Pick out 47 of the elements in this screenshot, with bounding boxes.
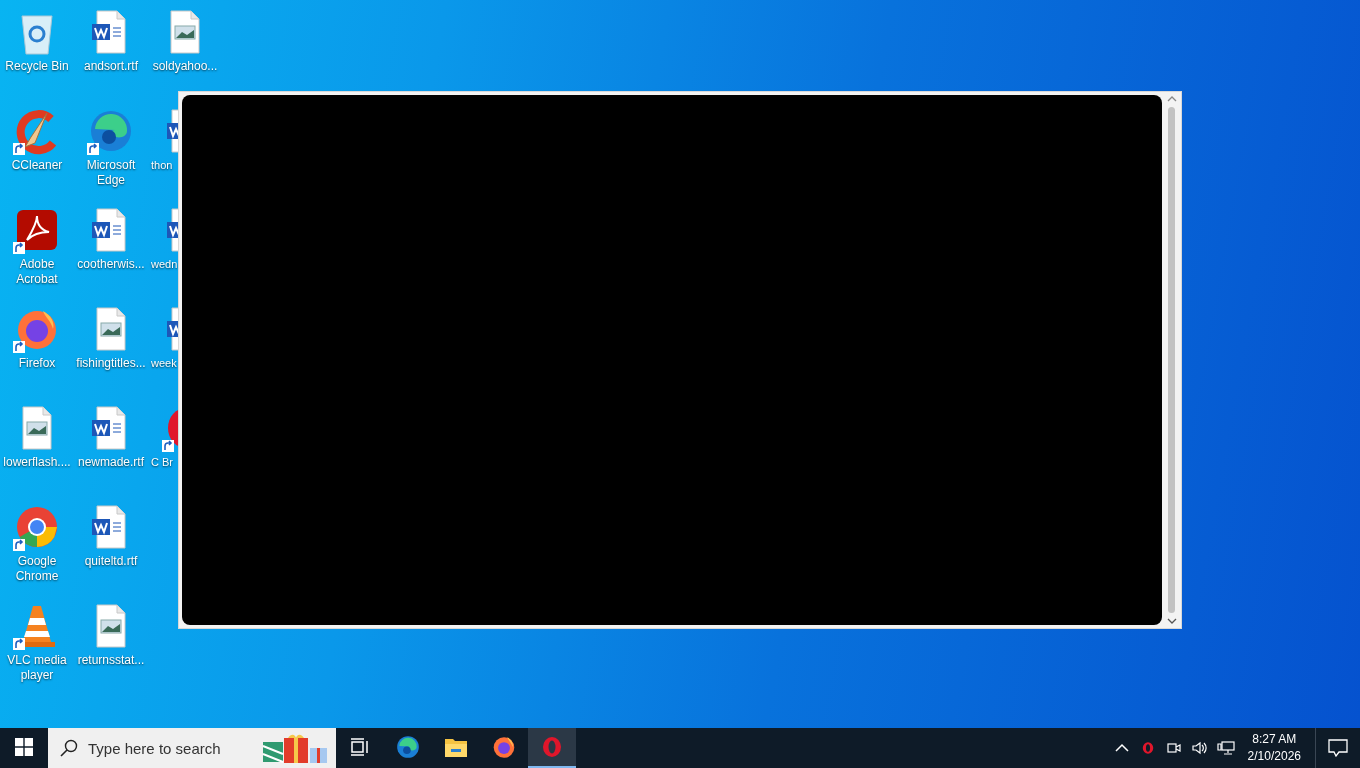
taskbar-app-button[interactable] xyxy=(528,728,576,768)
icon-label: lowerflash.... xyxy=(3,455,71,470)
icon-label: C Br xyxy=(151,455,173,470)
gift-boxes-drawing xyxy=(262,732,330,764)
icon-label: andsort.rtf xyxy=(84,59,138,74)
shortcut-arrow-icon xyxy=(162,440,174,452)
icon-label: VLC media player xyxy=(6,653,68,683)
icon-label: Google Chrome xyxy=(14,554,60,584)
shortcut-arrow-icon xyxy=(87,143,99,155)
icon-label: quiteltd.rtf xyxy=(84,554,138,569)
icon-label: fishingtitles... xyxy=(76,356,146,371)
scroll-down-icon[interactable] xyxy=(1166,617,1177,625)
icon-label: soldyahoo... xyxy=(152,59,218,74)
scroll-up-icon[interactable] xyxy=(1166,95,1177,103)
shortcut-arrow-icon xyxy=(13,143,25,155)
network-icon[interactable] xyxy=(1216,740,1235,756)
shortcut-arrow-icon xyxy=(13,539,25,551)
icon-label: Adobe Acrobat xyxy=(15,257,59,287)
shortcut-arrow-icon xyxy=(13,638,25,650)
video-camera-icon[interactable] xyxy=(1165,740,1182,756)
opera-icon[interactable] xyxy=(1140,740,1155,756)
speaker-icon[interactable] xyxy=(1190,740,1209,756)
chevron-up-icon[interactable] xyxy=(1114,743,1129,753)
icon-label: cootherwis... xyxy=(77,257,145,272)
shortcut-arrow-icon xyxy=(13,341,25,353)
opera-icon xyxy=(540,734,564,760)
edge-icon xyxy=(395,734,421,760)
icon-label: newmade.rtf xyxy=(78,455,144,470)
icon-label: Firefox xyxy=(18,356,56,371)
icon-label: wedn xyxy=(151,257,178,272)
shortcut-arrow-icon xyxy=(13,242,25,254)
clock-date: 2/10/2026 xyxy=(1247,748,1301,765)
search-field[interactable]: Type here to search xyxy=(48,728,336,768)
icon-label: week xyxy=(151,356,177,371)
icon-label: Recycle Bin xyxy=(5,59,69,74)
search-icon xyxy=(60,739,78,757)
speech-bubble-icon xyxy=(1328,739,1348,757)
icon-label: thon xyxy=(151,158,173,173)
clock-time: 8:27 AM xyxy=(1252,731,1297,748)
firefox-icon xyxy=(491,734,517,760)
folder-icon xyxy=(444,736,468,758)
task-view-icon xyxy=(350,738,370,756)
icon-label: Microsoft Edge xyxy=(85,158,137,188)
clock[interactable]: 8:27 AM 2/10/2026 xyxy=(1247,731,1301,765)
icon-label: returnsstat... xyxy=(77,653,145,668)
icon-label: CCleaner xyxy=(11,158,63,173)
windows-logo-icon xyxy=(15,738,33,756)
